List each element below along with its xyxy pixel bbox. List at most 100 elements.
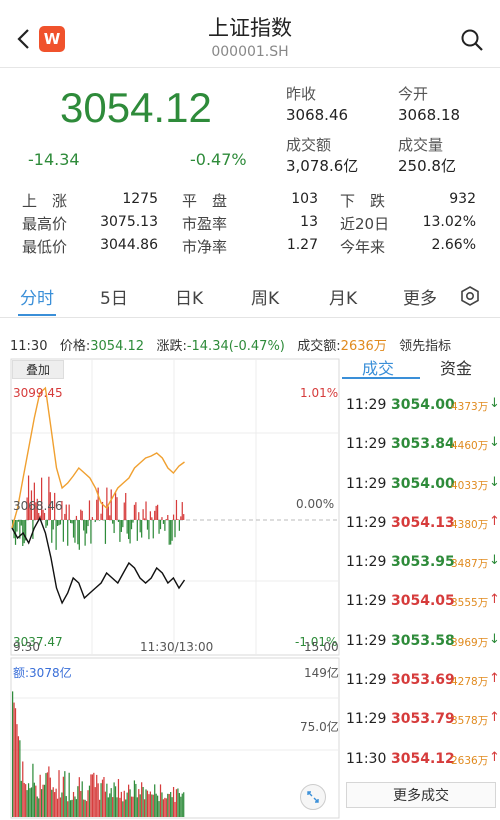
y-axis-mid-label: 3068.46 <box>13 499 63 513</box>
volume-bar <box>30 787 33 817</box>
trade-price: 3053.84 <box>391 436 455 453</box>
volume-bar <box>107 797 109 817</box>
price-change-pct: -0.47% <box>190 150 247 169</box>
volume-bar <box>117 779 120 817</box>
breadth-bar <box>132 520 134 523</box>
intraday-chart[interactable]: 叠加 3099.45 3068.46 3037.47 1.01% 0.00% -… <box>10 358 340 820</box>
volume-bar <box>83 799 85 817</box>
trade-row: 11:29 3053.84 4460万 ↓ <box>346 426 500 465</box>
volume-bar <box>49 777 51 817</box>
info-amount: 2636万 <box>340 339 387 354</box>
volume-bar <box>181 793 183 817</box>
info-leading-label[interactable]: 领先指标 <box>399 339 451 354</box>
breadth-bar <box>59 520 62 525</box>
volume-axis-mid-label: 75.0亿 <box>300 720 339 734</box>
trade-time: 11:29 <box>346 514 387 531</box>
breadth-bar <box>172 514 175 520</box>
volume-bar <box>85 801 88 817</box>
breadth-bar <box>84 520 86 546</box>
stat-up-label: 上 涨 <box>22 192 68 210</box>
breadth-bar <box>27 475 30 520</box>
volume-bar <box>135 783 137 817</box>
breadth-bar <box>114 492 117 520</box>
volume-bar <box>91 774 93 817</box>
arrow-up-icon: ↑ <box>489 749 500 765</box>
volume-bar <box>178 793 180 817</box>
trade-row: 11:29 3054.00 4373万 ↓ <box>346 387 500 426</box>
breadth-bar <box>80 509 82 520</box>
volume-bar <box>171 797 173 817</box>
breadth-bar <box>110 489 112 520</box>
tab-monthly-k[interactable]: 月K <box>329 284 357 309</box>
tab-funds[interactable]: 资金 <box>440 355 472 379</box>
arrow-down-icon: ↓ <box>489 396 500 411</box>
breadth-bar <box>157 504 159 520</box>
volume-bar <box>19 740 21 817</box>
stat-flat-value: 103 <box>291 191 318 207</box>
trade-volume: 3578万 <box>451 715 489 728</box>
info-price-label: 价格: <box>59 339 91 354</box>
volume-bar <box>139 794 141 817</box>
settings-icon[interactable] <box>460 286 480 306</box>
volume-bar <box>123 790 125 817</box>
volume-bar <box>167 793 169 817</box>
breadth-bar <box>106 487 108 520</box>
trade-volume: 3969万 <box>451 636 489 649</box>
volume-bar <box>183 792 185 817</box>
volume-bar <box>132 796 134 817</box>
stat-up-value: 1275 <box>122 191 158 207</box>
breadth-bar <box>168 520 170 545</box>
volume-bar <box>13 702 15 817</box>
volume-bar <box>164 797 166 817</box>
volume-bar <box>145 789 147 817</box>
breadth-bar <box>67 520 69 546</box>
volume-bar <box>68 772 70 817</box>
volume-bar <box>128 784 130 817</box>
breadth-bar <box>119 520 121 542</box>
tab-intraday[interactable]: 分时 <box>20 284 54 309</box>
trade-time: 11:29 <box>346 711 387 728</box>
trade-row: 11:29 3053.79 3578万 ↑ <box>346 701 500 740</box>
tab-deals[interactable]: 成交 <box>362 355 394 379</box>
breadth-bar <box>155 505 157 520</box>
volume-bar <box>88 785 91 817</box>
trade-list: 11:29 3054.00 4373万 ↓ 11:29 3053.84 4460万 ↓ 11:2… <box>346 387 500 780</box>
breadth-bar <box>151 517 153 520</box>
more-trades-button[interactable]: 更多成交 <box>346 782 496 808</box>
volume-bar <box>103 777 105 817</box>
breadth-bar <box>136 520 138 541</box>
intraday-chart-svg <box>10 358 340 819</box>
expand-icon <box>307 791 319 803</box>
volume-bar <box>159 784 162 817</box>
search-icon[interactable] <box>460 28 484 52</box>
breadth-bar <box>170 520 172 545</box>
breadth-bar <box>74 520 76 543</box>
volume-bar <box>136 797 138 817</box>
breadth-bar <box>77 520 79 545</box>
trade-row: 11:29 3054.00 4033万 ↓ <box>346 466 500 505</box>
tab-daily-k[interactable]: 日K <box>175 284 203 309</box>
trade-time: 11:29 <box>346 397 387 413</box>
breadth-bar <box>117 520 120 522</box>
volume-bar <box>149 791 151 817</box>
breadth-bar <box>65 504 67 520</box>
breadth-bar <box>100 513 102 520</box>
arrow-down-icon: ↓ <box>489 435 500 451</box>
volume-bar <box>155 793 157 817</box>
arrow-down-icon: ↓ <box>489 474 500 490</box>
tab-more[interactable]: 更多 <box>403 284 437 309</box>
volume-bar <box>133 780 136 817</box>
volume-bar <box>151 794 153 817</box>
expand-chart-button[interactable] <box>300 784 326 810</box>
tab-5day[interactable]: 5日 <box>100 284 128 309</box>
breadth-bar <box>180 516 182 520</box>
breadth-bar <box>90 520 92 544</box>
volume-bar <box>51 789 53 817</box>
volume-bar <box>146 790 149 817</box>
volume-bar <box>175 789 178 817</box>
overlay-button[interactable]: 叠加 <box>12 360 64 379</box>
volume-bar <box>56 798 59 817</box>
stat-flat-label: 平 盘 <box>182 192 228 210</box>
tab-weekly-k[interactable]: 周K <box>251 284 279 309</box>
volume-bar <box>48 766 50 817</box>
